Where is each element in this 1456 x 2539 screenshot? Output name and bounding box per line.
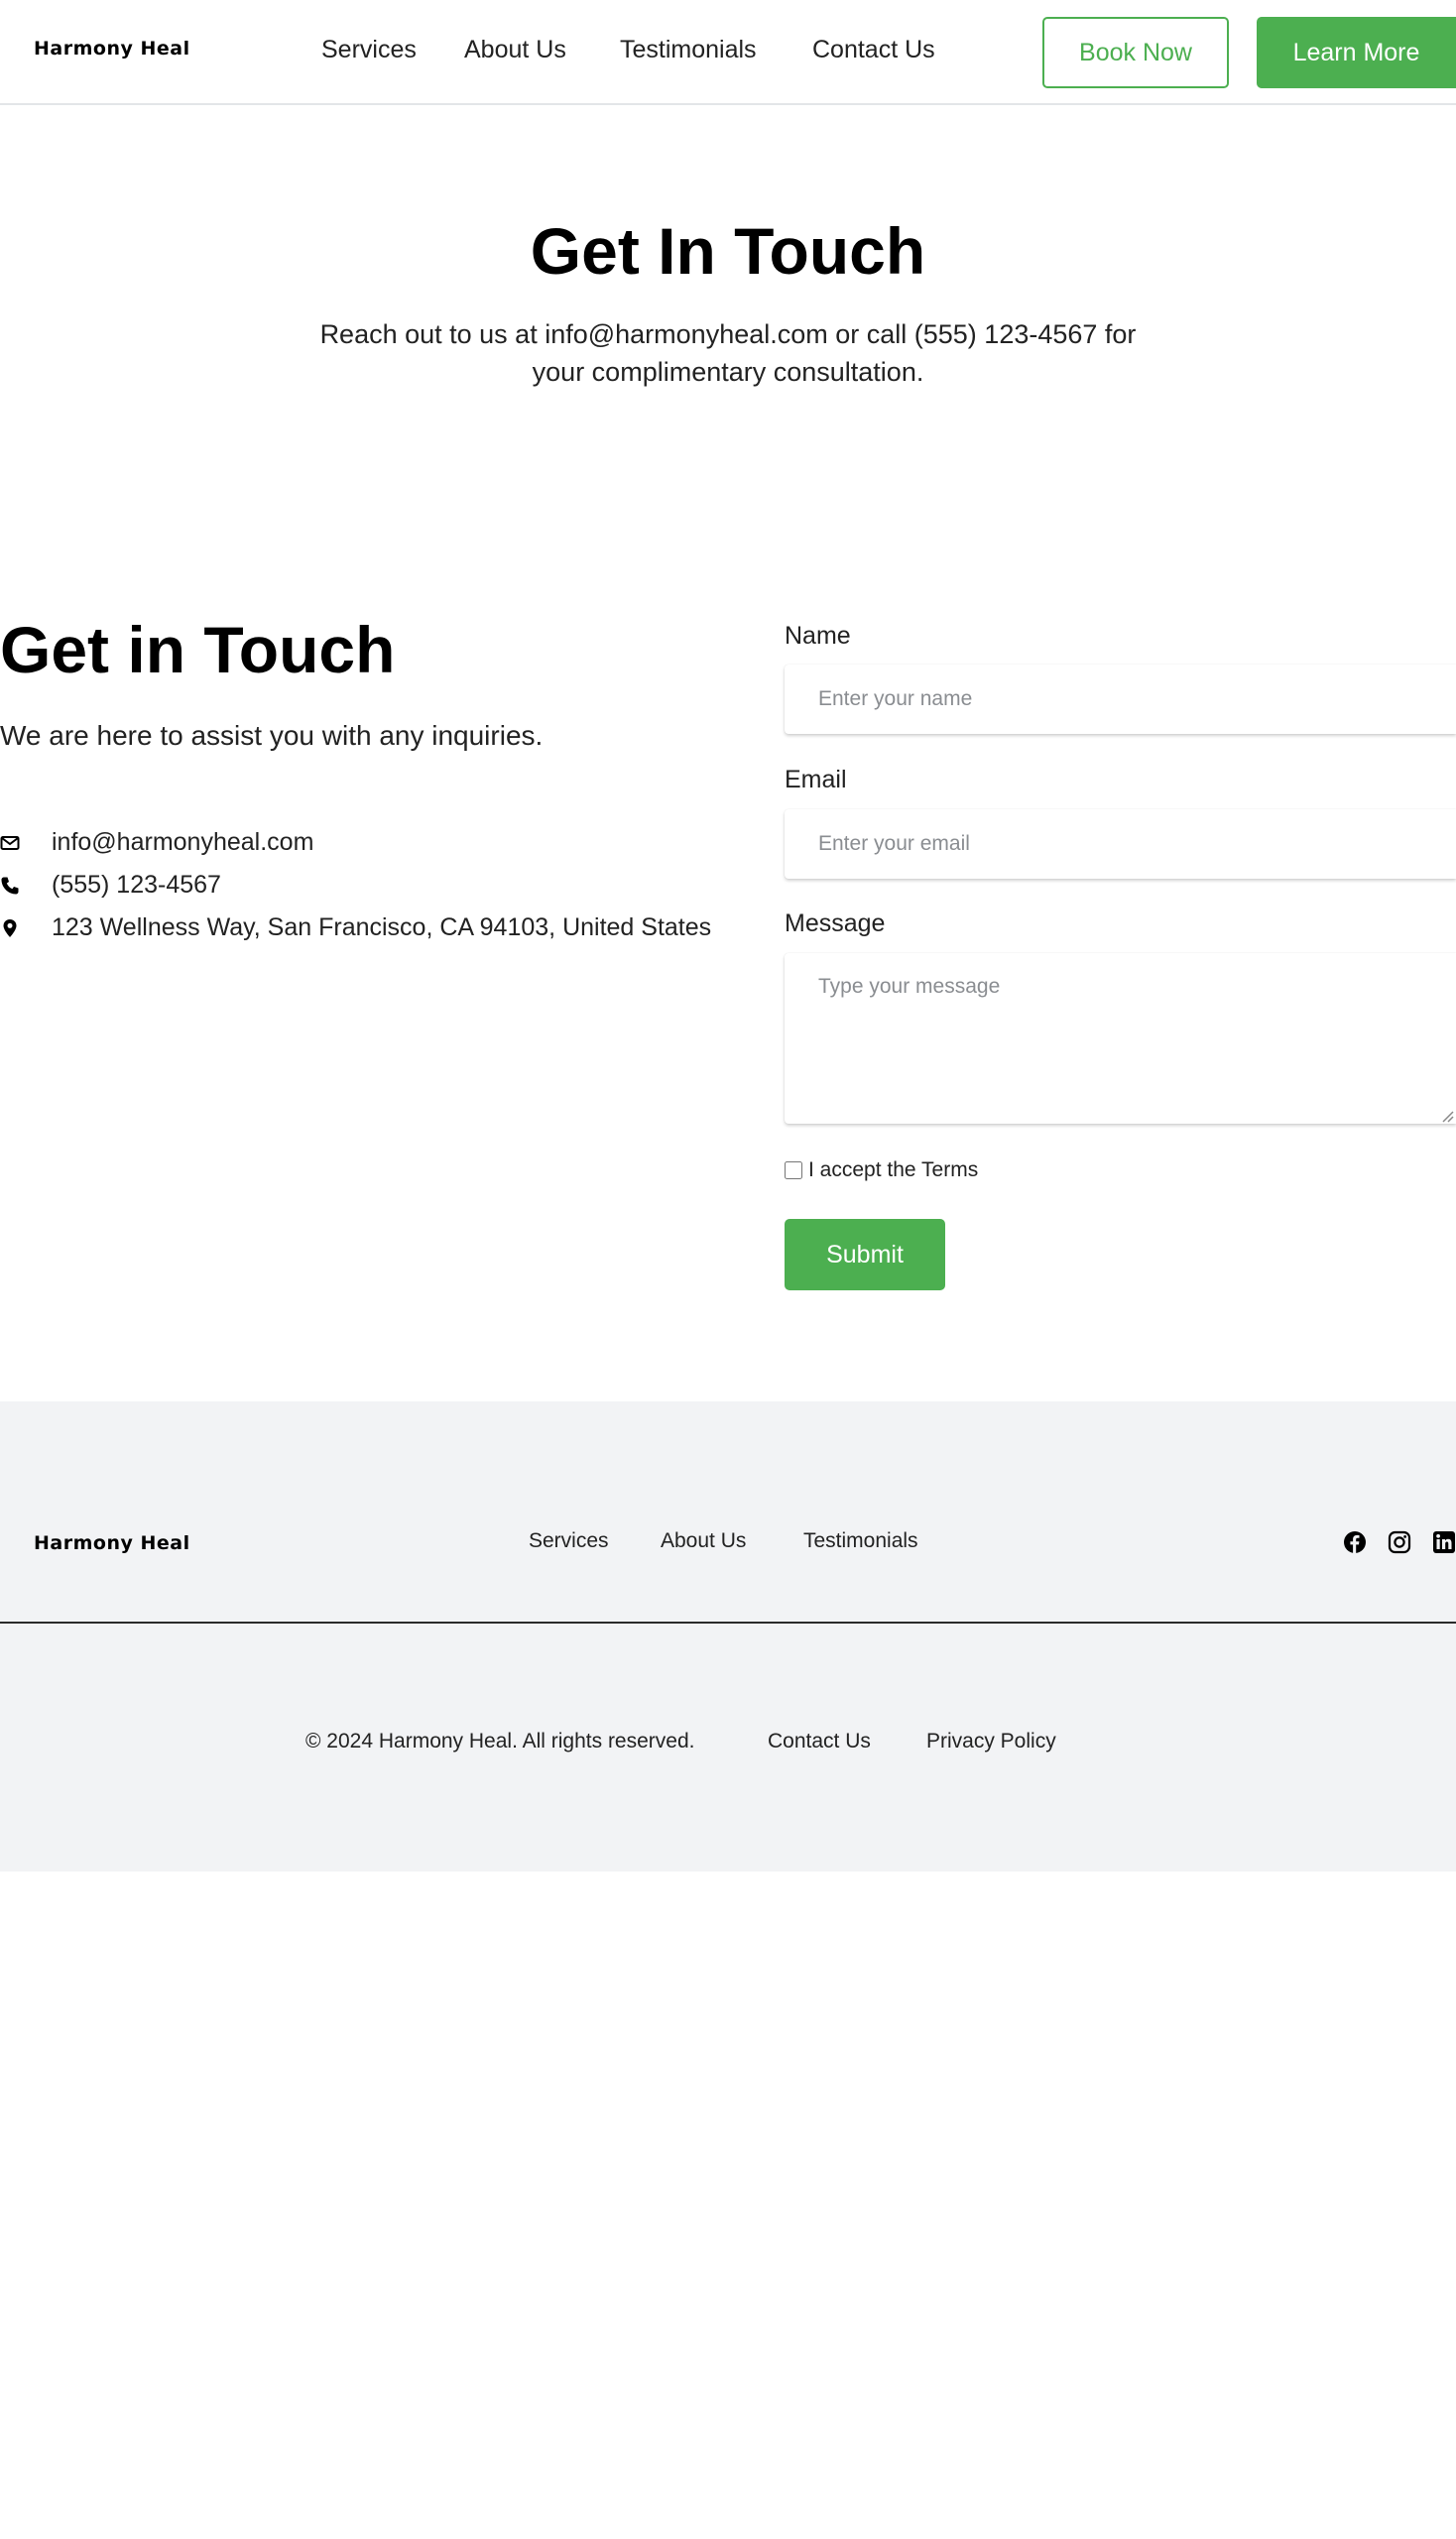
linkedin-icon[interactable] — [1432, 1530, 1456, 1554]
brand-logo[interactable]: Harmony Heal — [34, 38, 190, 60]
footer-contact-link[interactable]: Contact Us — [768, 1730, 871, 1753]
hero-subtitle: Reach out to us at info@harmonyheal.com … — [319, 319, 1137, 387]
contact-subtitle: We are here to assist you with any inqui… — [0, 720, 544, 751]
terms-label[interactable]: I accept the Terms — [808, 1158, 978, 1182]
footer-nav-about-us[interactable]: About Us — [661, 1529, 746, 1553]
phone-icon — [1, 877, 19, 894]
terms-row: I accept the Terms — [785, 1158, 978, 1182]
name-label: Name — [785, 622, 851, 650]
site-header: Harmony Heal Services About Us Testimoni… — [0, 0, 1456, 105]
nav-testimonials[interactable]: Testimonials — [620, 36, 757, 64]
footer-divider — [0, 1622, 1456, 1624]
footer-privacy-link[interactable]: Privacy Policy — [926, 1730, 1056, 1753]
book-now-button[interactable]: Book Now — [1042, 17, 1229, 88]
learn-more-button[interactable]: Learn More — [1257, 17, 1456, 88]
resize-handle-icon[interactable] — [1440, 1109, 1454, 1123]
envelope-icon — [0, 835, 20, 850]
instagram-icon[interactable] — [1388, 1530, 1411, 1554]
contact-address: 123 Wellness Way, San Francisco, CA 9410… — [52, 913, 712, 941]
map-pin-icon — [3, 918, 17, 937]
terms-checkbox[interactable] — [785, 1161, 802, 1179]
message-textarea[interactable] — [785, 953, 1456, 1124]
hero-title: Get In Touch — [530, 214, 926, 288]
nav-about-us[interactable]: About Us — [464, 36, 566, 64]
name-input[interactable] — [785, 665, 1456, 734]
contact-phone[interactable]: (555) 123-4567 — [52, 871, 221, 900]
footer-copyright: © 2024 Harmony Heal. All rights reserved… — [305, 1730, 695, 1753]
email-label: Email — [785, 766, 847, 793]
footer-nav-testimonials[interactable]: Testimonials — [803, 1529, 918, 1553]
nav-services[interactable]: Services — [321, 36, 417, 64]
nav-contact-us[interactable]: Contact Us — [812, 36, 935, 64]
contact-title: Get in Touch — [0, 613, 396, 686]
email-input[interactable] — [785, 809, 1456, 879]
contact-email-row: info@harmonyheal.com — [0, 828, 313, 857]
message-label: Message — [785, 909, 886, 937]
facebook-icon[interactable] — [1343, 1530, 1367, 1554]
site-footer: Harmony Heal Services About Us Testimoni… — [0, 1401, 1456, 1872]
contact-email[interactable]: info@harmonyheal.com — [52, 828, 313, 857]
contact-phone-row: (555) 123-4567 — [0, 871, 221, 900]
submit-button[interactable]: Submit — [785, 1219, 945, 1290]
contact-address-row: 123 Wellness Way, San Francisco, CA 9410… — [0, 913, 711, 942]
footer-nav-services[interactable]: Services — [529, 1529, 609, 1553]
footer-brand-logo[interactable]: Harmony Heal — [34, 1532, 190, 1554]
